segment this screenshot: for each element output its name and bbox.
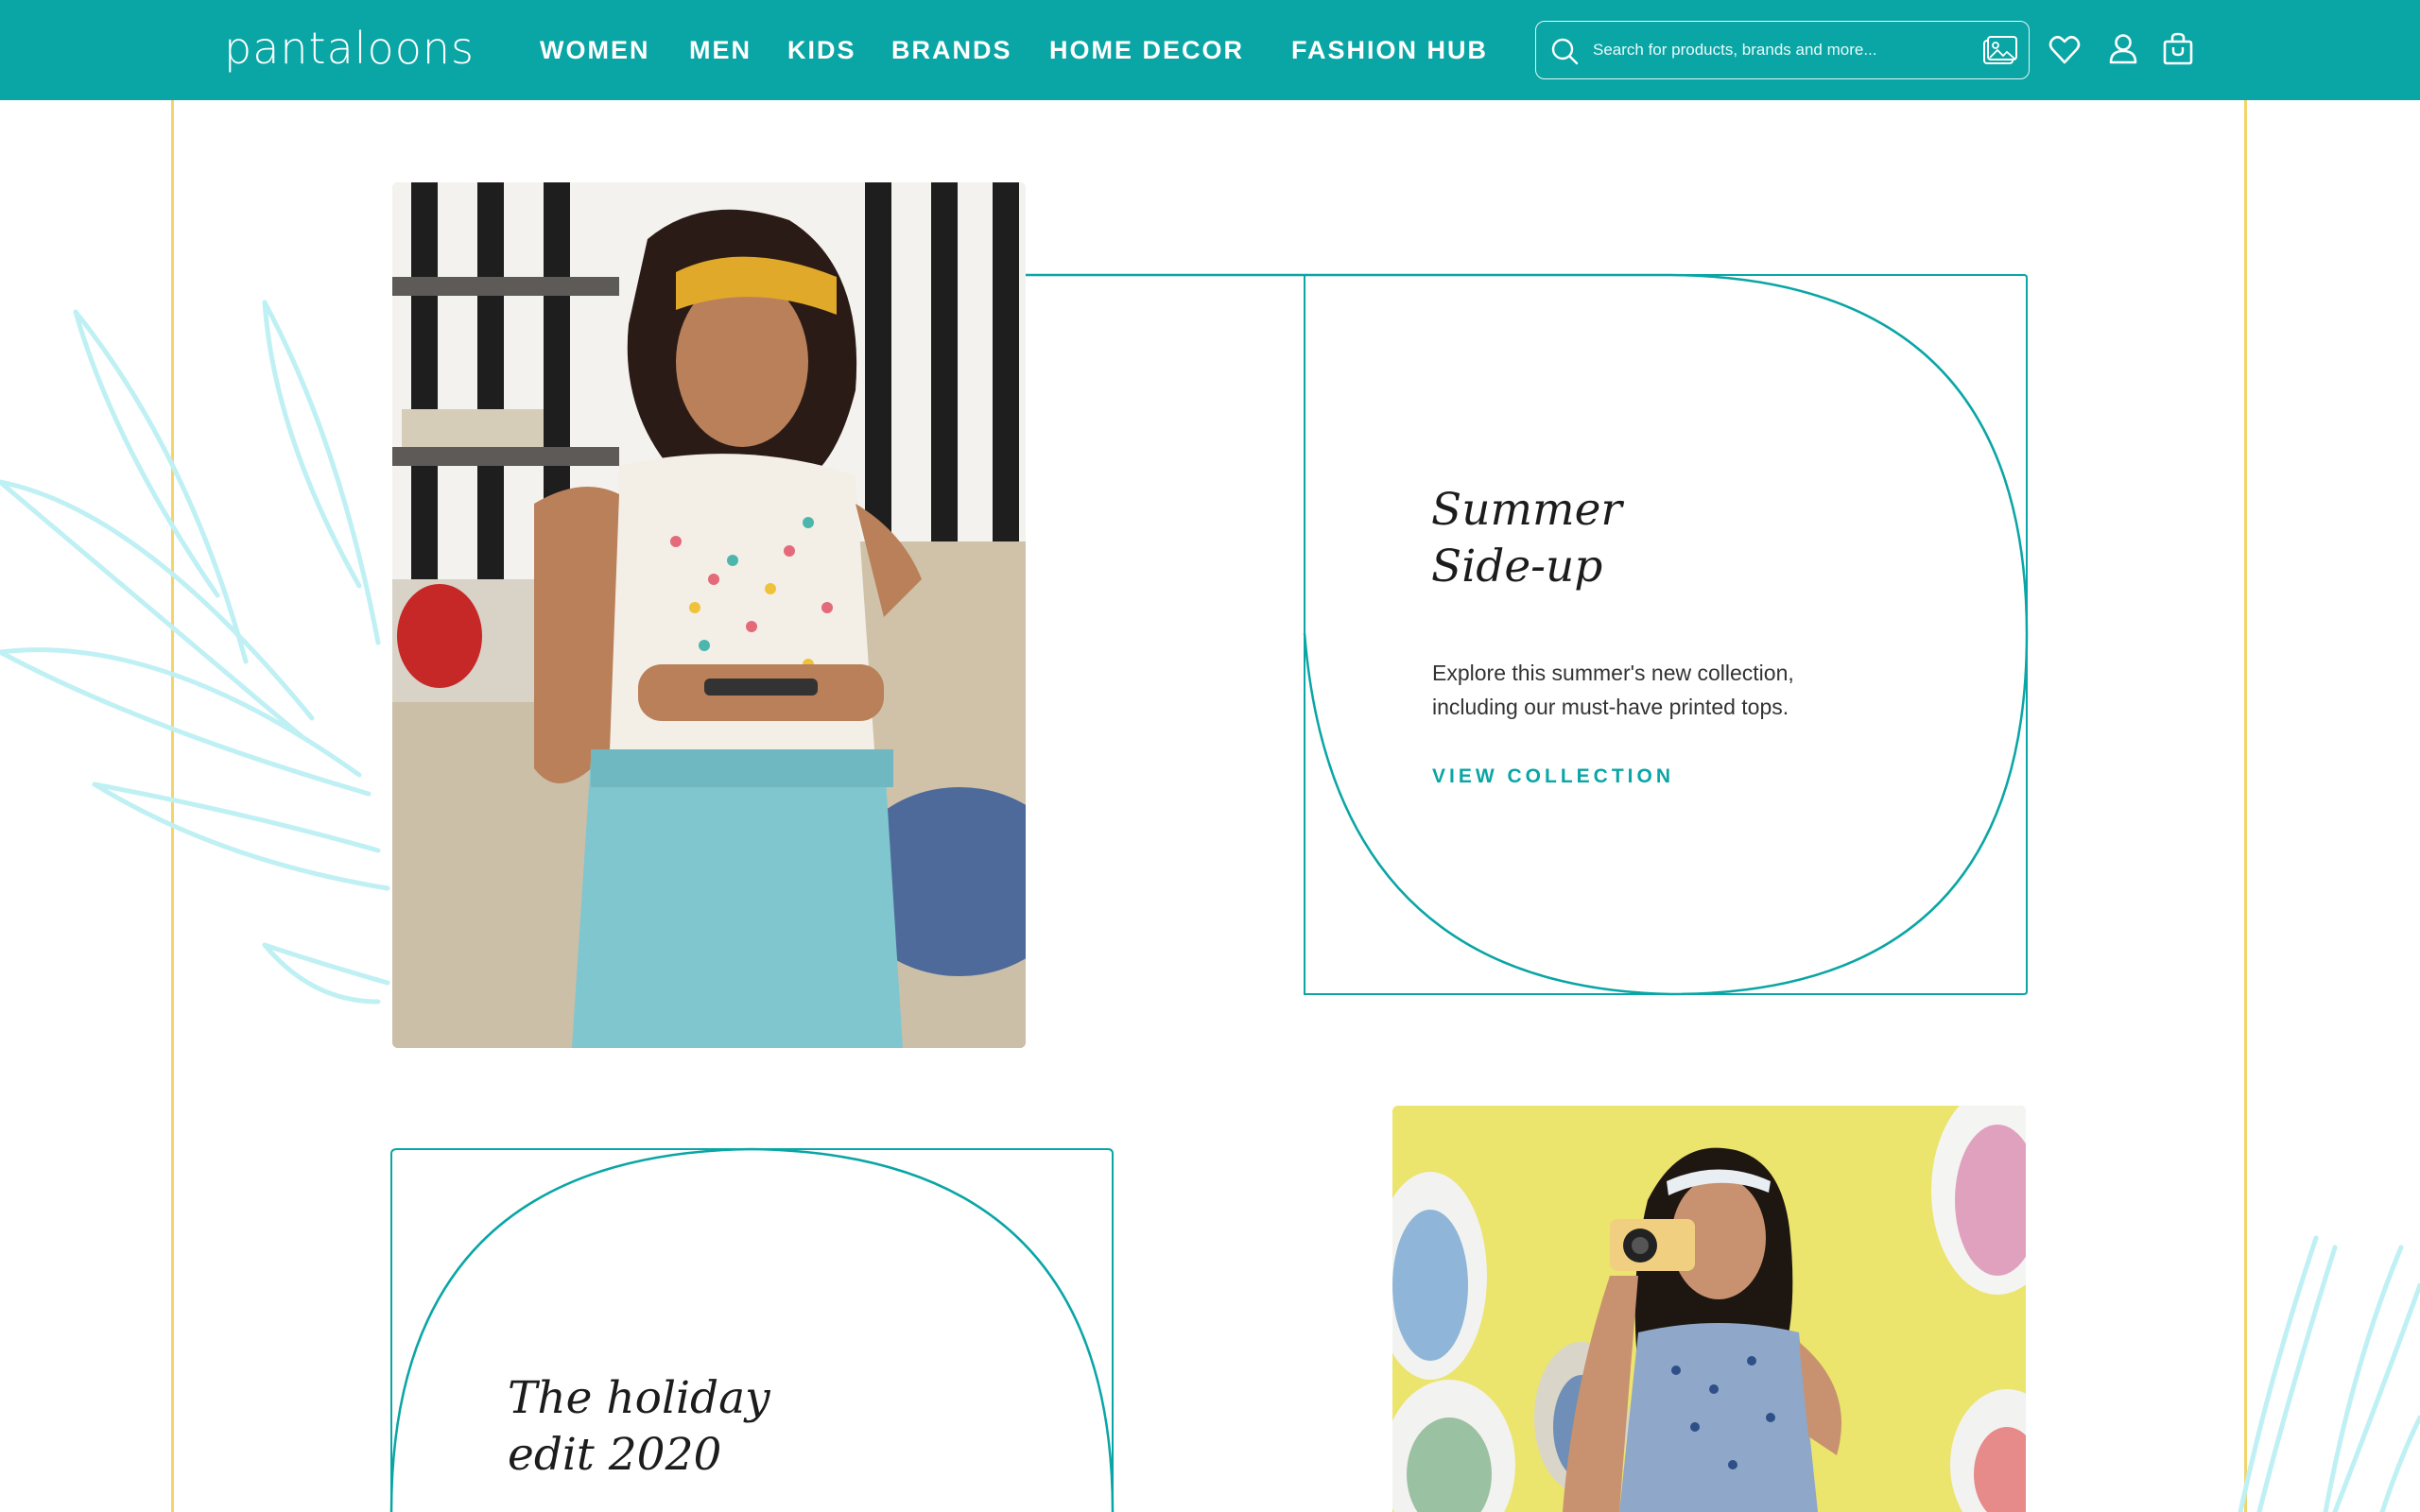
view-collection-link[interactable]: VIEW COLLECTION [1432, 765, 1674, 788]
image-search-icon[interactable] [1981, 35, 2017, 67]
woman-with-phone-image [392, 182, 1026, 1048]
summer-title-line1: Summer [1431, 484, 1622, 536]
search-bar [1535, 21, 2030, 79]
nav-kids[interactable]: KIDS [787, 33, 856, 67]
nav-women[interactable]: WOMEN [540, 33, 649, 67]
girl-with-camera-image [1392, 1106, 2026, 1512]
holiday-card-frame [389, 1147, 1115, 1512]
search-input[interactable] [1593, 33, 1952, 67]
leaf-illustration-left [0, 300, 390, 1005]
nav-men[interactable]: MEN [689, 33, 752, 67]
nav-home-decor[interactable]: HOME DECOR [1049, 33, 1244, 67]
summer-collection-photo[interactable] [392, 182, 1026, 1048]
summer-description: Explore this summer's new collection, in… [1432, 661, 1794, 719]
holiday-title-line2: edit 2020 [508, 1429, 722, 1481]
leaf-illustration-right [2238, 1235, 2420, 1512]
summer-card-frame [1026, 273, 2029, 996]
holiday-title-line1: The holiday [508, 1372, 770, 1424]
heart-tag-icon[interactable] [2048, 31, 2082, 67]
guide-line-right [2244, 100, 2247, 1512]
site-header: pantaloons WOMEN MEN KIDS BRANDS HOME DE… [0, 0, 2420, 100]
search-icon[interactable] [1549, 36, 1580, 66]
summer-title-line2: Side-up [1431, 541, 1603, 593]
nav-fashion-hub[interactable]: FASHION HUB [1291, 33, 1488, 67]
holiday-edit-photo[interactable] [1392, 1106, 2026, 1512]
nav-brands[interactable]: BRANDS [891, 33, 1012, 67]
guide-line-left [171, 100, 174, 1512]
shopping-bag-icon[interactable] [2161, 31, 2195, 67]
brand-logo[interactable]: pantaloons [224, 25, 475, 72]
user-icon[interactable] [2106, 31, 2140, 67]
page: pantaloons WOMEN MEN KIDS BRANDS HOME DE… [0, 0, 2420, 1512]
